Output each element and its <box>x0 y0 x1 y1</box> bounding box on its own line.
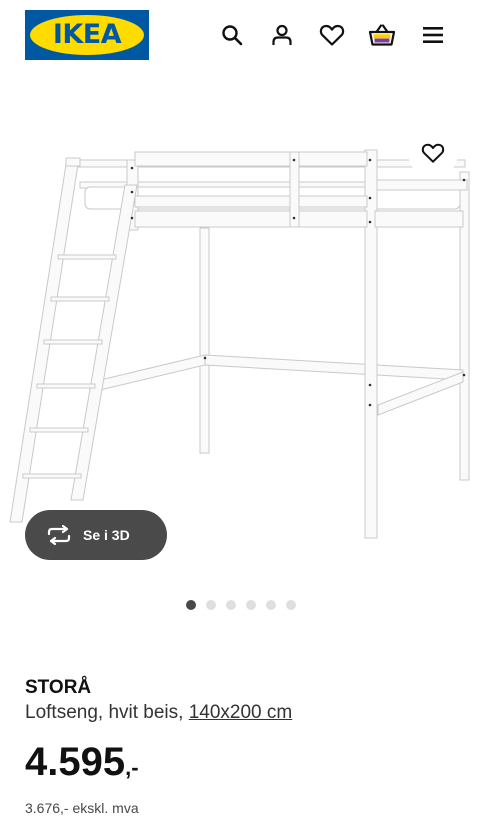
rotate-3d-icon <box>47 525 71 545</box>
heart-icon <box>319 24 345 46</box>
menu-button[interactable] <box>418 20 448 50</box>
product-type: Loftseng, hvit beis, <box>25 702 184 723</box>
save-to-favourites-button[interactable] <box>408 128 458 178</box>
carousel-dot-2[interactable] <box>206 600 216 610</box>
user-icon <box>272 24 292 45</box>
price-decimal: ,- <box>125 755 139 780</box>
product-description: Loftseng, hvit beis, 140x200 cm <box>25 702 292 724</box>
carousel-dot-3[interactable] <box>226 600 236 610</box>
heart-icon <box>421 143 445 163</box>
account-button[interactable] <box>267 20 297 50</box>
view-in-3d-label: Se i 3D <box>83 527 130 543</box>
price-integer: 4.595 <box>25 740 126 784</box>
carousel-dot-5[interactable] <box>266 600 276 610</box>
menu-icon <box>423 27 443 43</box>
view-in-3d-button[interactable]: Se i 3D <box>25 510 167 560</box>
product-price: 4.595,- <box>25 740 139 785</box>
carousel-dot-1[interactable] <box>186 600 196 610</box>
search-icon <box>222 25 243 46</box>
carousel-dot-6[interactable] <box>286 600 296 610</box>
favourites-button[interactable] <box>317 20 347 50</box>
basket-icon <box>368 24 396 46</box>
product-name: STORÅ <box>25 677 92 698</box>
logo-text: IKEA <box>52 19 122 50</box>
search-button[interactable] <box>217 20 247 50</box>
site-header: IKEA <box>0 0 480 70</box>
carousel-dots <box>186 600 296 610</box>
size-link[interactable]: 140x200 cm <box>189 702 293 723</box>
price-excl-vat: 3.676,- ekskl. mva <box>25 800 139 816</box>
basket-button[interactable] <box>367 20 397 50</box>
carousel-dot-4[interactable] <box>246 600 256 610</box>
ikea-logo[interactable]: IKEA <box>25 10 149 60</box>
